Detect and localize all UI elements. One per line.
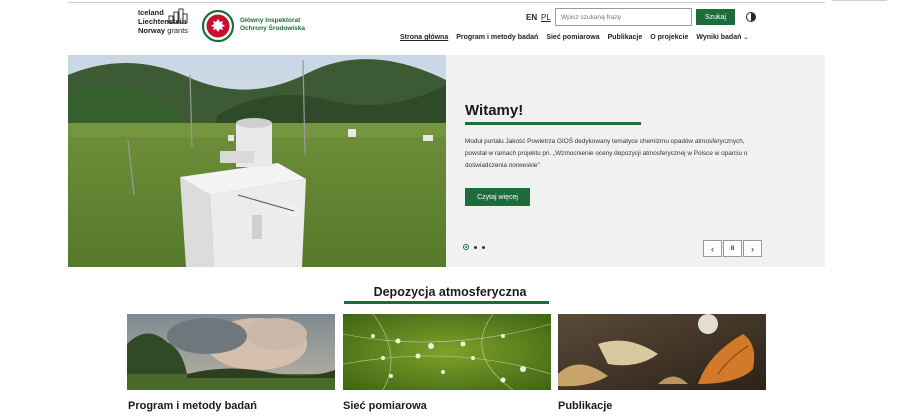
nav-item-results-label: Wyniki badań	[696, 34, 742, 41]
section-title: Depozycja atmosferyczna	[373, 285, 527, 299]
search-input[interactable]	[555, 8, 692, 26]
lang-pl-link[interactable]: PL	[541, 13, 551, 22]
logo-line-grants: grants	[167, 26, 189, 35]
logo-line-norway: Norway	[138, 26, 166, 35]
slider-dots	[463, 244, 485, 250]
search-button[interactable]: Szukaj	[696, 9, 735, 25]
card-image-program[interactable]	[127, 314, 335, 390]
nav-item-network[interactable]: Sieć pomiarowa	[546, 34, 599, 46]
nav-item-home[interactable]: Strona główna	[400, 34, 448, 46]
lang-en-link[interactable]: EN	[526, 13, 537, 22]
slider-dot-3[interactable]	[482, 245, 485, 249]
slider-dot-1[interactable]	[463, 244, 469, 250]
read-more-button[interactable]: Czytaj więcej	[465, 188, 530, 206]
chevron-left-icon[interactable]: ‹	[703, 240, 722, 257]
top-divider	[68, 2, 825, 3]
card-title-program[interactable]: Program i metody badań	[128, 400, 257, 412]
card-title-network[interactable]: Sieć pomiarowa	[343, 400, 427, 412]
slider-controls: ‹ II ›	[703, 240, 763, 257]
chevron-down-icon: ⌄	[743, 35, 749, 41]
gios-name-line1: Główny Inspektorat	[240, 17, 301, 24]
hero-image	[68, 55, 446, 267]
gios-emblem-icon[interactable]	[201, 9, 238, 43]
nav-item-program[interactable]: Program i metody badań	[456, 34, 538, 46]
slider-dot-2[interactable]	[474, 245, 477, 249]
nav-item-results[interactable]: Wyniki badań ⌄	[696, 34, 748, 46]
card-title-publications[interactable]: Publikacje	[558, 400, 612, 412]
nav-item-about[interactable]: O projekcie	[650, 34, 688, 46]
card-image-network[interactable]	[343, 314, 551, 390]
hero-description: Moduł portalu Jakość Powietrza GIOŚ dedy…	[465, 138, 748, 169]
main-nav: Strona główna Program i metody badań Sie…	[400, 34, 756, 46]
chevron-right-icon[interactable]: ›	[743, 240, 762, 257]
hero-title: Witamy!	[465, 102, 524, 119]
contrast-icon[interactable]	[746, 12, 756, 22]
nav-item-publications[interactable]: Publikacje	[608, 34, 643, 46]
eea-grants-logo[interactable]: Iceland Liechtenstein Norway grants	[138, 8, 190, 42]
gios-name: Główny Inspektorat Ochrony Środowiska	[240, 17, 305, 33]
pause-icon[interactable]: II	[723, 240, 742, 257]
gios-name-line2: Ochrony Środowiska	[240, 25, 306, 32]
hero-title-underline	[465, 122, 641, 125]
eea-grants-mark-icon	[168, 8, 188, 24]
top-divider-right	[832, 0, 887, 1]
section-title-underline	[344, 301, 549, 304]
card-image-publications[interactable]	[558, 314, 766, 390]
